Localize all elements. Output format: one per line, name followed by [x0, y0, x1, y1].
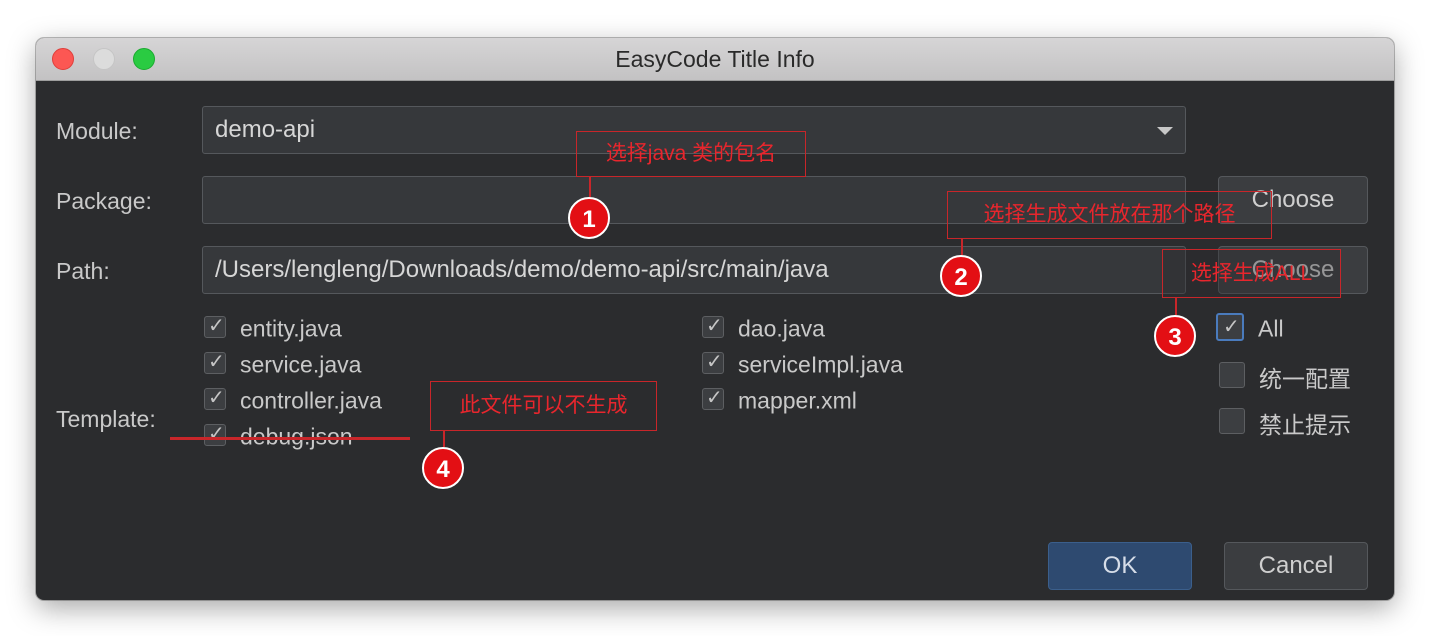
checkbox-icon [1219, 408, 1245, 434]
template-checkbox-entity[interactable]: ✓ entity.java [204, 314, 342, 342]
template-checkbox-serviceimpl[interactable]: ✓ serviceImpl.java [702, 350, 903, 378]
checkbox-icon: ✓ [204, 314, 226, 338]
checkbox-icon [1219, 362, 1245, 388]
checkbox-icon: ✓ [1216, 312, 1244, 341]
title-bar: EasyCode Title Info [36, 38, 1394, 81]
template-checkbox-dao[interactable]: ✓ dao.java [702, 314, 825, 342]
module-value: demo-api [215, 116, 316, 143]
checkbox-icon: ✓ [702, 314, 724, 338]
annotation-4-badge: 4 [422, 447, 464, 489]
annotation-3-label: 选择生成ALL [1162, 249, 1341, 298]
template-checkbox-controller[interactable]: ✓ controller.java [204, 386, 382, 414]
checkmark-icon: ✓ [208, 314, 225, 337]
template-checkbox-service[interactable]: ✓ service.java [204, 350, 361, 378]
checkbox-icon: ✓ [204, 350, 226, 374]
checkmark-icon: ✓ [706, 386, 723, 409]
checkbox-icon: ✓ [702, 350, 724, 374]
checkmark-icon: ✓ [208, 386, 225, 409]
annotation-2-badge: 2 [940, 255, 982, 297]
debug-json-strikethrough [170, 437, 410, 440]
chevron-down-icon [1157, 127, 1173, 135]
module-label: Module: [56, 118, 138, 144]
cancel-button[interactable]: Cancel [1224, 542, 1368, 590]
template-checkbox-mapper[interactable]: ✓ mapper.xml [702, 386, 857, 414]
annotation-1-label: 选择java 类的包名 [576, 131, 806, 177]
path-input[interactable]: /Users/lengleng/Downloads/demo/demo-api/… [202, 246, 1186, 294]
checkbox-icon: ✓ [204, 386, 226, 410]
checkmark-icon: ✓ [208, 422, 225, 445]
annotation-3-connector [1175, 298, 1177, 315]
path-label: Path: [56, 258, 110, 284]
checkmark-icon: ✓ [706, 314, 723, 337]
annotation-4-label: 此文件可以不生成 [430, 381, 657, 431]
annotation-3-badge: 3 [1154, 315, 1196, 357]
annotation-1-connector [589, 177, 591, 197]
annotation-1-badge: 1 [568, 197, 610, 239]
checkmark-icon: ✓ [1223, 315, 1240, 338]
option-disable-prompt-checkbox[interactable]: 禁止提示 [1219, 406, 1351, 440]
ok-button[interactable]: OK [1048, 542, 1192, 590]
window-title: EasyCode Title Info [615, 46, 815, 72]
checkmark-icon: ✓ [706, 350, 723, 373]
annotation-4-connector [443, 431, 445, 447]
dialog-window: EasyCode Title Info Module: demo-api Pac… [36, 38, 1394, 600]
annotation-2-connector [961, 239, 963, 255]
option-unified-config-checkbox[interactable]: 统一配置 [1219, 360, 1351, 394]
package-label: Package: [56, 188, 152, 214]
option-all-checkbox[interactable]: ✓ All [1216, 312, 1284, 343]
checkmark-icon: ✓ [208, 350, 225, 373]
checkbox-icon: ✓ [702, 386, 724, 410]
checkbox-icon: ✓ [204, 422, 226, 446]
annotation-2-label: 选择生成文件放在那个路径 [947, 191, 1272, 239]
template-label: Template: [56, 406, 156, 432]
